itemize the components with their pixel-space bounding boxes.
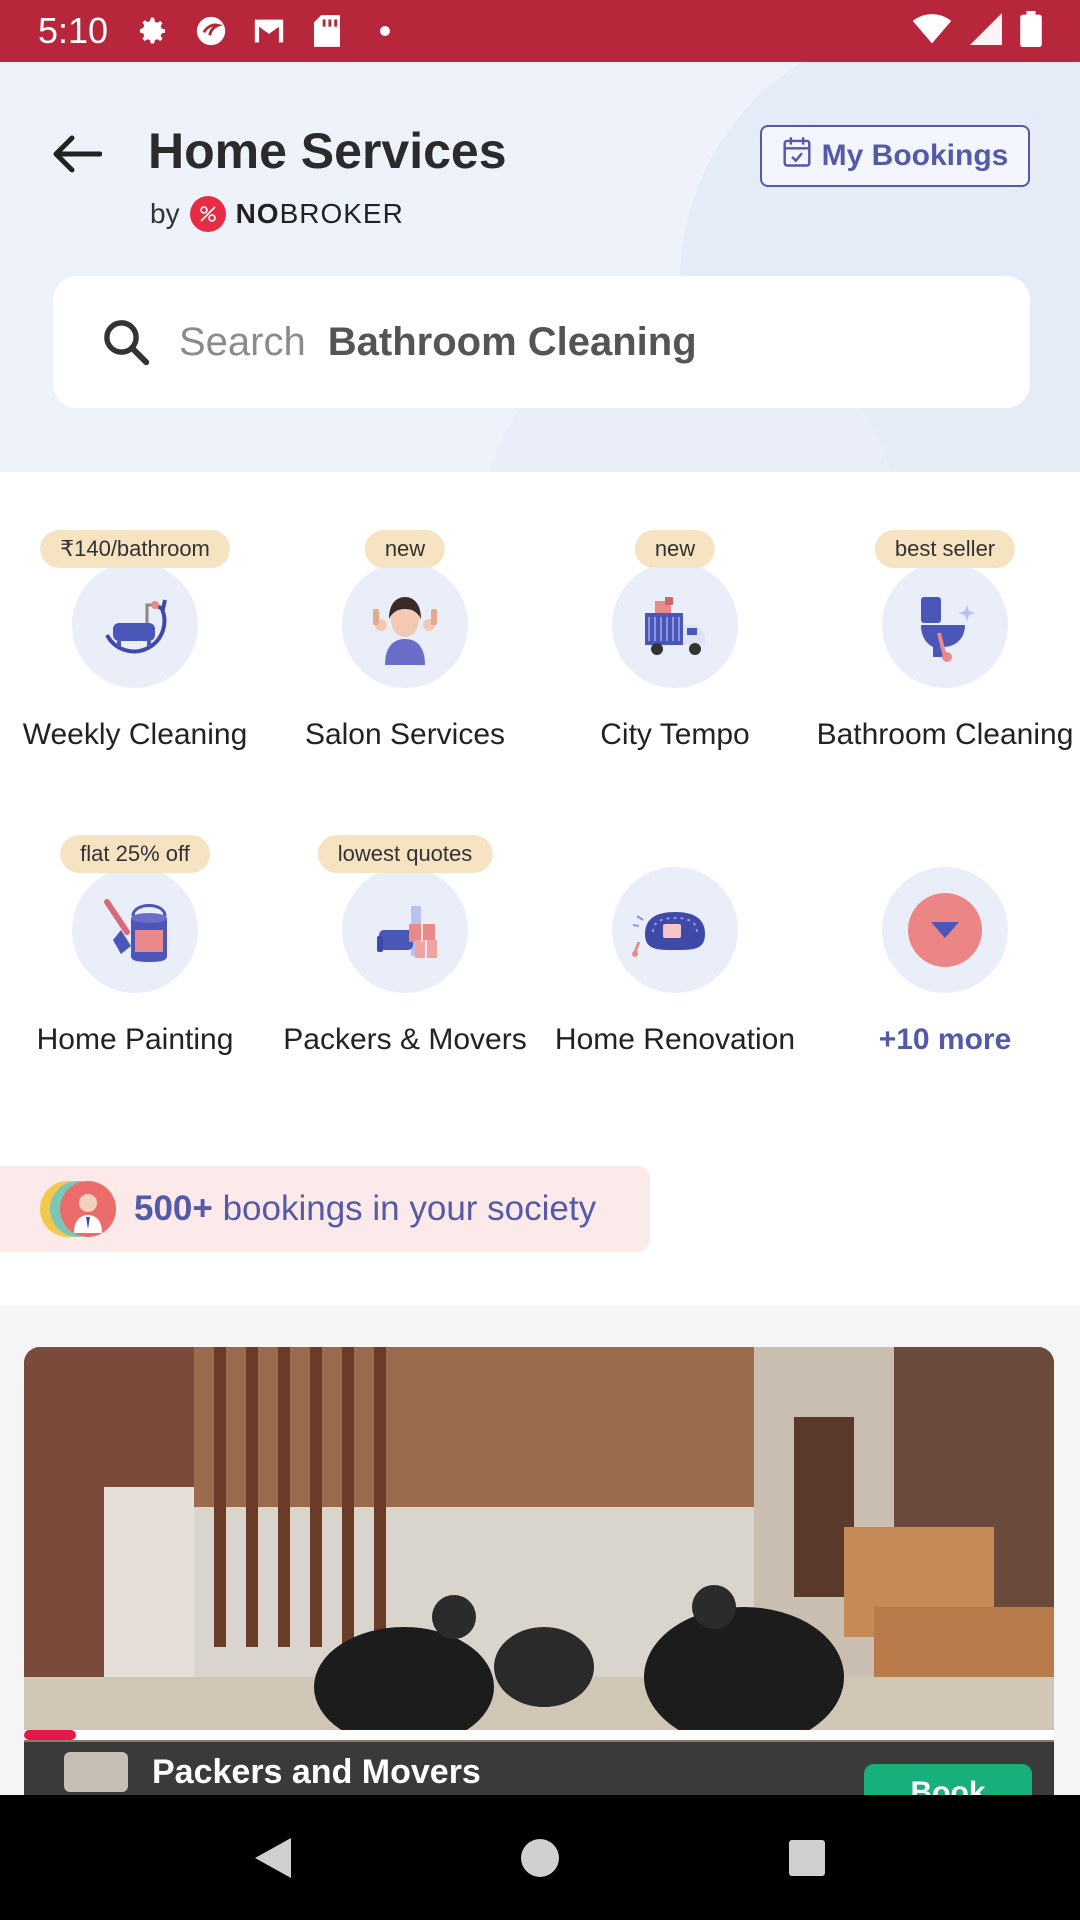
service-badge: ₹140/bathroom: [40, 530, 230, 568]
service-badge: new: [634, 530, 716, 568]
service-badge: flat 25% off: [60, 835, 210, 873]
my-bookings-label: My Bookings: [821, 139, 1009, 172]
truck-icon: [612, 562, 738, 688]
gear-icon: [136, 14, 170, 48]
search-input[interactable]: Search Bathroom Cleaning: [53, 276, 1030, 408]
by-label: by: [150, 198, 180, 229]
video-title: Packers and Movers: [152, 1752, 481, 1791]
service-badge: lowest quotes: [317, 835, 493, 873]
service-badge: new: [364, 530, 446, 568]
sofa-icon: [612, 867, 738, 993]
sd-card-icon: [310, 14, 344, 48]
chevron-down-icon: [908, 893, 982, 967]
video-progress-fill: [24, 1730, 76, 1740]
nav-back-icon[interactable]: [243, 1828, 303, 1888]
video-progress-bar[interactable]: [24, 1730, 1054, 1740]
video-frame-image: [24, 1347, 1054, 1747]
toilet-icon: [882, 562, 1008, 688]
salon-icon: [342, 562, 468, 688]
status-time: 5:10: [38, 10, 109, 51]
search-suggestion: Bathroom Cleaning: [327, 319, 697, 364]
video-footer: Packers and Movers Book: [24, 1742, 1054, 1795]
service-label: Home Painting: [36, 1023, 234, 1056]
back-button[interactable]: [44, 122, 108, 186]
signal-icon: [970, 12, 1002, 50]
more-services-button[interactable]: [882, 867, 1008, 993]
nobroker-logo-icon: [189, 196, 226, 232]
bathtub-icon: [72, 562, 198, 688]
search-placeholder: Search: [179, 319, 306, 364]
avatar-group: [40, 1181, 120, 1237]
video-thumbnail: [64, 1752, 128, 1792]
gmail-icon: [252, 14, 286, 48]
service-label: City Tempo: [600, 718, 750, 751]
society-banner: 500+ bookings in your society: [0, 1166, 650, 1252]
battery-icon: [1020, 10, 1042, 52]
wifi-icon: [912, 13, 952, 50]
service-label: Packers & Movers: [283, 1023, 527, 1056]
nav-home-icon[interactable]: [510, 1828, 570, 1888]
service-label: Bathroom Cleaning: [816, 718, 1074, 751]
search-icon: [99, 315, 153, 369]
my-bookings-button[interactable]: My Bookings: [760, 125, 1030, 187]
brand-line: by NOBROKER: [150, 196, 404, 232]
avatar: [60, 1181, 116, 1237]
header: Home Services by NOBROKER My Bookings Se…: [0, 62, 1080, 472]
paint-bucket-icon: [72, 867, 198, 993]
service-label: Home Renovation: [554, 1023, 796, 1056]
society-text: 500+ bookings in your society: [134, 1189, 597, 1228]
book-button[interactable]: Book: [864, 1764, 1032, 1795]
service-label: +10 more: [878, 1023, 1012, 1056]
app-icon: [194, 14, 228, 48]
dot-icon: [368, 14, 402, 48]
brand-name: NOBROKER: [235, 198, 404, 229]
nav-recents-icon[interactable]: [777, 1828, 837, 1888]
page-title: Home Services: [148, 123, 507, 179]
service-label: Salon Services: [304, 718, 506, 751]
service-label: Weekly Cleaning: [22, 718, 248, 751]
system-nav-bar: [0, 1795, 1080, 1920]
video-player[interactable]: Packers and Movers Book: [24, 1347, 1054, 1795]
boxes-icon: [342, 867, 468, 993]
service-badge: best seller: [874, 530, 1016, 568]
calendar-icon: [782, 136, 812, 176]
status-bar: 5:10: [0, 0, 1080, 62]
